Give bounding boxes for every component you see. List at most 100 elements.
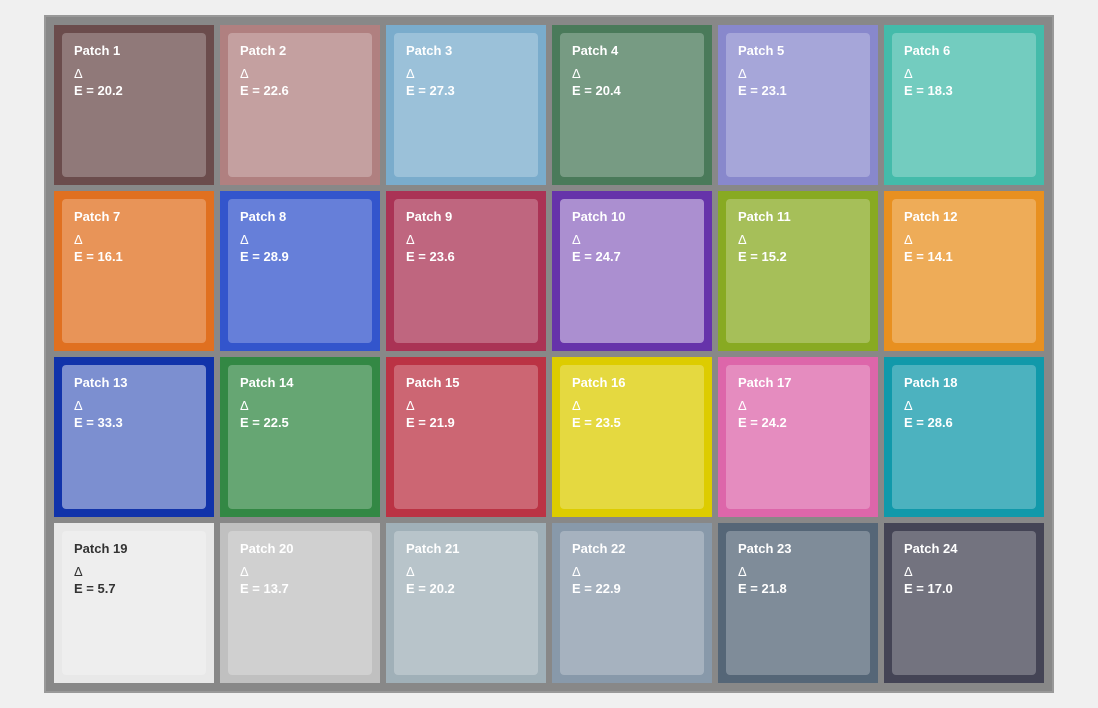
patch-name-3: Patch 3 — [406, 43, 526, 58]
patch-name-11: Patch 11 — [738, 209, 858, 224]
patch-cell-18: Patch 18ΔE = 28.6 — [884, 357, 1044, 517]
patch-e-value-21: E = 20.2 — [406, 581, 526, 596]
patch-name-19: Patch 19 — [74, 541, 194, 556]
patch-e-value-12: E = 14.1 — [904, 249, 1024, 264]
patch-cell-15: Patch 15 Δ E = 21.9 — [386, 357, 546, 517]
patch-cell-16: Patch 16ΔE = 23.5 — [552, 357, 712, 517]
patch-inner-8: Patch 8 Δ E = 28.9 — [228, 199, 372, 343]
patch-name-15: Patch 15 — [406, 375, 526, 390]
patch-name-23: Patch 23 — [738, 541, 858, 556]
patch-cell-20: Patch 20 Δ E = 13.7 — [220, 523, 380, 683]
patch-delta-24: Δ — [904, 564, 1024, 579]
patch-e-value-7: E = 16.1 — [74, 249, 194, 264]
patch-delta-16: Δ — [572, 398, 692, 413]
patch-cell-8: Patch 8 Δ E = 28.9 — [220, 191, 380, 351]
patch-e-value-14: E = 22.5 — [240, 415, 360, 430]
patch-delta-22: Δ — [572, 564, 692, 579]
patch-delta-9: Δ — [406, 232, 526, 247]
patch-delta-10: Δ — [572, 232, 692, 247]
patch-name-10: Patch 10 — [572, 209, 692, 224]
patch-inner-6: Patch 6ΔE = 18.3 — [892, 33, 1036, 177]
patch-name-14: Patch 14 — [240, 375, 360, 390]
patch-cell-5: Patch 5 Δ E = 23.1 — [718, 25, 878, 185]
patch-inner-19: Patch 19 Δ E = 5.7 — [62, 531, 206, 675]
patch-name-5: Patch 5 — [738, 43, 858, 58]
patch-e-value-19: E = 5.7 — [74, 581, 194, 596]
patch-delta-2: Δ — [240, 66, 360, 81]
patch-inner-1: Patch 1 Δ E = 20.2 — [62, 33, 206, 177]
patch-cell-10: Patch 10ΔE = 24.7 — [552, 191, 712, 351]
patch-cell-14: Patch 14 Δ E = 22.5 — [220, 357, 380, 517]
patch-e-value-24: E = 17.0 — [904, 581, 1024, 596]
patch-delta-23: Δ — [738, 564, 858, 579]
patch-delta-18: Δ — [904, 398, 1024, 413]
patch-e-value-23: E = 21.8 — [738, 581, 858, 596]
patch-inner-11: Patch 11ΔE = 15.2 — [726, 199, 870, 343]
patch-delta-1: Δ — [74, 66, 194, 81]
patch-delta-15: Δ — [406, 398, 526, 413]
patch-inner-2: Patch 2ΔE = 22.6 — [228, 33, 372, 177]
patch-inner-17: Patch 17 Δ E = 24.2 — [726, 365, 870, 509]
patch-e-value-11: E = 15.2 — [738, 249, 858, 264]
patch-inner-24: Patch 24 Δ E = 17.0 — [892, 531, 1036, 675]
patch-inner-5: Patch 5 Δ E = 23.1 — [726, 33, 870, 177]
patch-inner-22: Patch 22 Δ E = 22.9 — [560, 531, 704, 675]
patch-e-value-17: E = 24.2 — [738, 415, 858, 430]
patch-inner-7: Patch 7ΔE = 16.1 — [62, 199, 206, 343]
patch-name-7: Patch 7 — [74, 209, 194, 224]
patch-e-value-3: E = 27.3 — [406, 83, 526, 98]
patch-e-value-5: E = 23.1 — [738, 83, 858, 98]
patch-e-value-1: E = 20.2 — [74, 83, 194, 98]
patch-inner-9: Patch 9 Δ E = 23.6 — [394, 199, 538, 343]
patch-delta-13: Δ — [74, 398, 194, 413]
patch-cell-7: Patch 7ΔE = 16.1 — [54, 191, 214, 351]
patch-cell-13: Patch 13 Δ E = 33.3 — [54, 357, 214, 517]
patch-delta-14: Δ — [240, 398, 360, 413]
patch-e-value-4: E = 20.4 — [572, 83, 692, 98]
patch-cell-11: Patch 11ΔE = 15.2 — [718, 191, 878, 351]
patch-delta-17: Δ — [738, 398, 858, 413]
patch-name-18: Patch 18 — [904, 375, 1024, 390]
patch-inner-21: Patch 21 Δ E = 20.2 — [394, 531, 538, 675]
patch-delta-5: Δ — [738, 66, 858, 81]
patch-delta-21: Δ — [406, 564, 526, 579]
patch-name-4: Patch 4 — [572, 43, 692, 58]
patch-name-22: Patch 22 — [572, 541, 692, 556]
patch-inner-10: Patch 10ΔE = 24.7 — [560, 199, 704, 343]
patch-name-8: Patch 8 — [240, 209, 360, 224]
patch-grid: Patch 1ΔE = 20.2Patch 2ΔE = 22.6Patch 3Δ… — [44, 15, 1054, 693]
patch-inner-18: Patch 18ΔE = 28.6 — [892, 365, 1036, 509]
patch-e-value-15: E = 21.9 — [406, 415, 526, 430]
patch-e-value-22: E = 22.9 — [572, 581, 692, 596]
patch-delta-4: Δ — [572, 66, 692, 81]
patch-e-value-13: E = 33.3 — [74, 415, 194, 430]
patch-cell-17: Patch 17 Δ E = 24.2 — [718, 357, 878, 517]
patch-e-value-9: E = 23.6 — [406, 249, 526, 264]
patch-cell-2: Patch 2ΔE = 22.6 — [220, 25, 380, 185]
patch-name-21: Patch 21 — [406, 541, 526, 556]
patch-name-24: Patch 24 — [904, 541, 1024, 556]
patch-name-2: Patch 2 — [240, 43, 360, 58]
patch-cell-21: Patch 21 Δ E = 20.2 — [386, 523, 546, 683]
patch-name-20: Patch 20 — [240, 541, 360, 556]
patch-e-value-20: E = 13.7 — [240, 581, 360, 596]
patch-delta-19: Δ — [74, 564, 194, 579]
patch-cell-1: Patch 1 Δ E = 20.2 — [54, 25, 214, 185]
patch-cell-4: Patch 4 Δ E = 20.4 — [552, 25, 712, 185]
patch-cell-19: Patch 19 Δ E = 5.7 — [54, 523, 214, 683]
patch-name-13: Patch 13 — [74, 375, 194, 390]
patch-name-6: Patch 6 — [904, 43, 1024, 58]
patch-cell-24: Patch 24 Δ E = 17.0 — [884, 523, 1044, 683]
patch-name-9: Patch 9 — [406, 209, 526, 224]
patch-inner-23: Patch 23 Δ E = 21.8 — [726, 531, 870, 675]
patch-inner-12: Patch 12ΔE = 14.1 — [892, 199, 1036, 343]
patch-delta-20: Δ — [240, 564, 360, 579]
patch-name-17: Patch 17 — [738, 375, 858, 390]
patch-name-16: Patch 16 — [572, 375, 692, 390]
patch-delta-8: Δ — [240, 232, 360, 247]
patch-name-1: Patch 1 — [74, 43, 194, 58]
patch-inner-14: Patch 14 Δ E = 22.5 — [228, 365, 372, 509]
patch-e-value-8: E = 28.9 — [240, 249, 360, 264]
patch-cell-6: Patch 6ΔE = 18.3 — [884, 25, 1044, 185]
patch-cell-3: Patch 3ΔE = 27.3 — [386, 25, 546, 185]
